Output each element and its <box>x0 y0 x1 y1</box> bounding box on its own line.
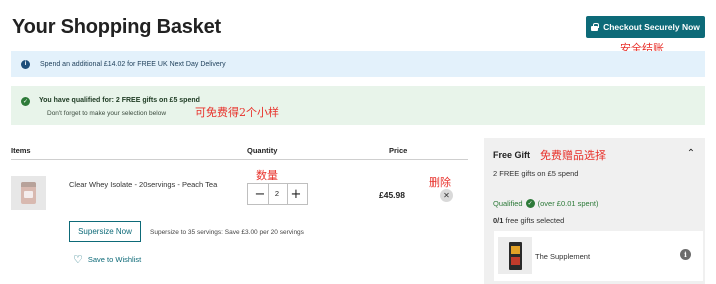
supersize-note: Supersize to 35 servings: Save £3.00 per… <box>150 229 304 236</box>
gift-panel-subtitle: 2 FREE gifts on £5 spend <box>493 169 579 178</box>
quantity-decrease-button[interactable]: − <box>252 186 268 202</box>
quantity-column-header: Quantity <box>247 146 278 155</box>
product-name[interactable]: Clear Whey Isolate - 20servings - Peach … <box>69 178 234 191</box>
delivery-text: Spend an additional £14.02 for FREE UK N… <box>40 60 226 68</box>
annotation-remove: 删除 <box>429 176 451 189</box>
quantity-value[interactable]: 2 <box>267 189 287 198</box>
product-image[interactable] <box>11 176 46 210</box>
quantity-increase-button[interactable]: + <box>288 186 304 202</box>
chevron-up-icon[interactable]: ⌃ <box>685 147 697 159</box>
items-column-header: Items <box>11 146 31 155</box>
supersize-button[interactable]: Supersize Now <box>69 221 141 242</box>
header-divider <box>11 159 468 160</box>
heart-icon: ♡ <box>73 253 83 266</box>
annotation-quantity: 数量 <box>256 169 278 182</box>
gift-count-value: 0/1 <box>493 216 504 225</box>
info-icon[interactable]: i <box>680 249 691 260</box>
remove-item-button[interactable]: ✕ <box>440 189 453 202</box>
save-to-wishlist-link[interactable]: ♡ Save to Wishlist <box>73 254 141 265</box>
gift-banner-title: You have qualified for: 2 FREE gifts on … <box>39 97 200 104</box>
checkout-label: Checkout Securely Now <box>603 22 700 32</box>
gift-count-label: free gifts selected <box>505 216 565 225</box>
annotation-gift-panel: 免费赠品选择 <box>540 149 606 162</box>
item-price: £45.98 <box>379 190 405 200</box>
gift-selection-count: 0/1 free gifts selected <box>493 216 564 225</box>
gift-qualified-status: Qualified ✓ (over £0.01 spent) <box>493 199 598 208</box>
gift-option-card[interactable]: The Supplement i <box>494 231 703 281</box>
qualified-label: Qualified <box>493 199 523 208</box>
gift-qualified-banner: ✓ You have qualified for: 2 FREE gifts o… <box>11 86 705 125</box>
wishlist-label: Save to Wishlist <box>87 255 142 264</box>
check-circle-icon: ✓ <box>525 199 535 208</box>
gift-banner-subtitle: Don't forget to make your selection belo… <box>47 110 167 117</box>
checkout-button[interactable]: Checkout Securely Now <box>586 16 705 38</box>
info-icon: i <box>21 59 30 69</box>
page-title: Your Shopping Basket <box>12 16 221 38</box>
qualified-note: (over £0.01 spent) <box>537 199 599 208</box>
check-circle-icon: ✓ <box>21 97 30 106</box>
gift-image <box>498 237 532 274</box>
gift-panel-title: Free Gift <box>493 150 531 160</box>
lock-icon <box>591 23 599 31</box>
annotation-gift-banner: 可免费得2个小样 <box>195 106 279 119</box>
delivery-banner: i Spend an additional £14.02 for FREE UK… <box>11 51 705 77</box>
price-column-header: Price <box>389 146 408 155</box>
gift-name: The Supplement <box>535 252 591 261</box>
